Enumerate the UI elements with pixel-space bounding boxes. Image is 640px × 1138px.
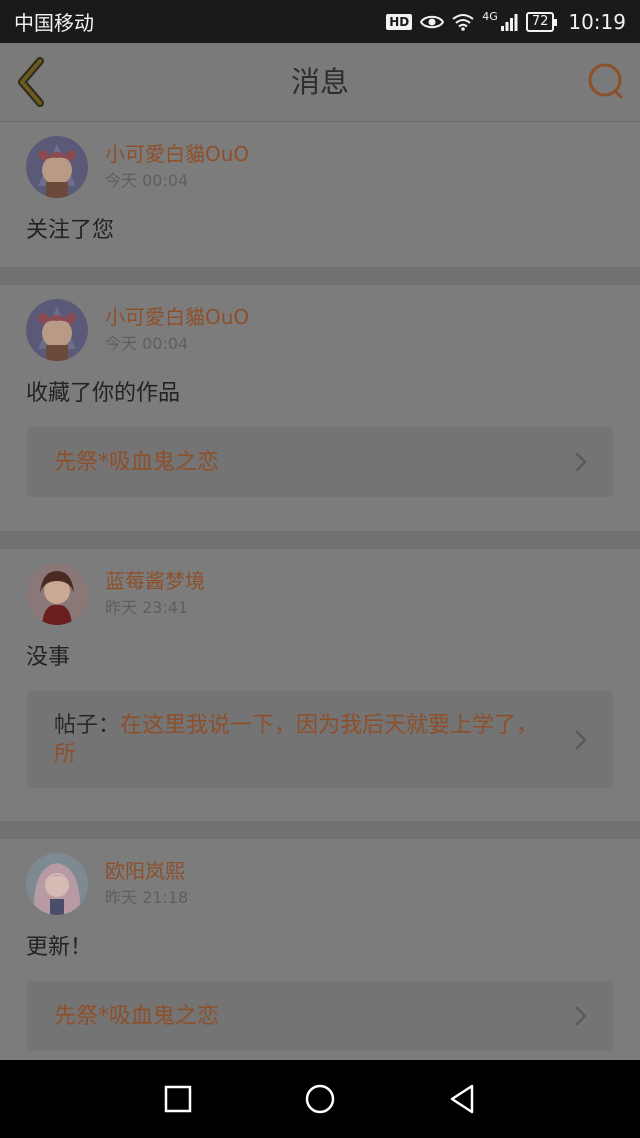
app-header: 消息 <box>0 43 640 122</box>
search-icon <box>588 63 623 99</box>
system-back-button[interactable] <box>391 1060 533 1138</box>
carrier-label: 中国移动 <box>14 11 94 35</box>
post-excerpt: 在这里我说一下，因为我后天就要上学了，所 <box>54 712 539 767</box>
username[interactable]: 小可愛白貓OuO <box>105 303 249 331</box>
eye-icon <box>420 15 445 28</box>
avatar[interactable] <box>26 299 88 361</box>
home-circle-icon <box>305 1084 335 1114</box>
status-bar: 中国移动 HD 4G 72 10:19 <box>0 0 640 43</box>
timestamp: 昨天 23:41 <box>105 598 189 617</box>
chevron-right-icon <box>575 730 587 749</box>
divider <box>0 821 640 839</box>
chevron-right-icon <box>575 1006 587 1026</box>
back-button[interactable] <box>14 57 54 107</box>
battery-icon: 72 <box>525 11 557 32</box>
system-nav-bar <box>0 1060 640 1138</box>
message-card[interactable]: 小可愛白貓OuO 今天 00:04 收藏了你的作品 先祭*吸血鬼之恋 <box>0 285 640 531</box>
chevron-right-icon <box>575 452 587 472</box>
clock: 10:19 <box>568 9 626 34</box>
post-label: 帖子： <box>54 712 121 738</box>
message-text: 没事 <box>26 645 71 670</box>
work-link[interactable]: 先祭*吸血鬼之恋 <box>27 981 613 1051</box>
message-text: 关注了您 <box>26 218 115 243</box>
page-title: 消息 <box>290 65 349 99</box>
username[interactable]: 蓝莓酱梦境 <box>105 567 205 595</box>
home-square-icon <box>164 1085 192 1113</box>
message-card[interactable]: 蓝莓酱梦境 昨天 23:41 没事 帖子：在这里我说一下，因为我后天就要上学了，… <box>0 549 640 821</box>
message-text: 收藏了你的作品 <box>26 381 181 406</box>
message-card[interactable]: 小可愛白貓OuO 今天 00:04 关注了您 <box>0 122 640 267</box>
username[interactable]: 小可愛白貓OuO <box>105 140 249 168</box>
back-icon <box>18 57 44 107</box>
divider <box>0 531 640 549</box>
divider <box>0 267 640 285</box>
work-title: 先祭*吸血鬼之恋 <box>54 1003 220 1029</box>
search-button[interactable] <box>586 61 626 101</box>
recents-button[interactable] <box>107 1060 249 1138</box>
back-triangle-icon <box>450 1084 474 1114</box>
work-link[interactable]: 先祭*吸血鬼之恋 <box>27 427 613 497</box>
message-text: 更新！ <box>26 935 93 960</box>
wifi-icon <box>452 13 474 31</box>
timestamp: 昨天 21:18 <box>105 888 189 907</box>
home-button[interactable] <box>249 1060 391 1138</box>
network-type: 4G <box>482 9 498 23</box>
timestamp: 今天 00:04 <box>105 171 189 190</box>
post-link[interactable]: 帖子：在这里我说一下，因为我后天就要上学了，所 <box>27 691 613 788</box>
timestamp: 今天 00:04 <box>105 334 189 353</box>
avatar[interactable] <box>26 853 88 915</box>
work-title: 先祭*吸血鬼之恋 <box>54 449 220 475</box>
avatar[interactable] <box>26 136 88 198</box>
avatar[interactable] <box>26 563 88 625</box>
username[interactable]: 欧阳岚熙 <box>105 857 188 885</box>
hd-icon: HD <box>386 13 413 30</box>
message-list: 小可愛白貓OuO 今天 00:04 关注了您 小可愛白貓OuO 今天 00:04… <box>0 122 640 1099</box>
signal-icon <box>500 13 518 31</box>
